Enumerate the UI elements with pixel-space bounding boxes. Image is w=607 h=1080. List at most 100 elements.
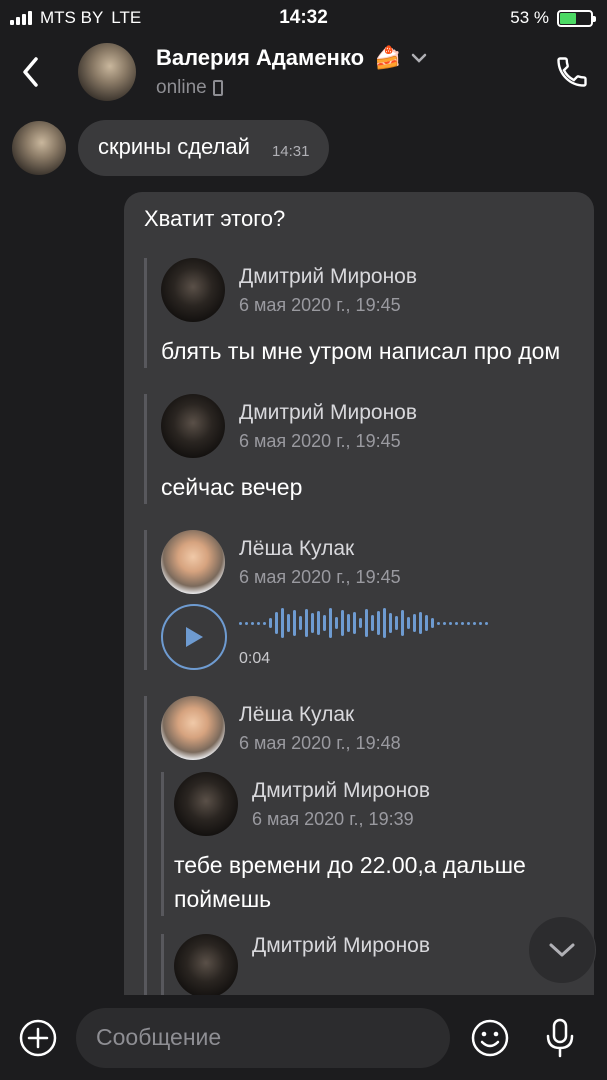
forwarded-message[interactable]: Лёша Кулак 6 мая 2020 г., 19:48 Дмитрий … xyxy=(144,696,576,995)
play-button[interactable] xyxy=(161,604,227,670)
author-name[interactable]: Дмитрий Миронов xyxy=(252,779,430,803)
author-avatar[interactable] xyxy=(161,394,225,458)
back-icon xyxy=(23,57,38,87)
wave-bar xyxy=(341,610,344,636)
wave-bar xyxy=(377,611,380,635)
forward-date: 6 мая 2020 г., 19:45 xyxy=(239,430,401,451)
waveform[interactable] xyxy=(239,606,488,640)
wave-bar xyxy=(479,621,482,625)
wave-bar xyxy=(395,616,398,630)
wave-bar xyxy=(419,612,422,634)
composer xyxy=(0,995,607,1080)
attach-button[interactable] xyxy=(0,995,76,1080)
forward-date: 6 мая 2020 г., 19:45 xyxy=(239,294,401,315)
wave-bar xyxy=(305,609,308,637)
forward-meta: Лёша Кулак 6 мая 2020 г., 19:48 xyxy=(239,703,401,754)
wave-bar xyxy=(401,610,404,636)
sender-avatar[interactable] xyxy=(12,121,66,175)
wave-bar xyxy=(329,608,332,638)
contact-status-row: online xyxy=(156,77,537,99)
author-name[interactable]: Дмитрий Миронов xyxy=(239,265,417,289)
forward-meta: Дмитрий Миронов xyxy=(252,934,430,958)
wave-bar xyxy=(359,618,362,628)
forward-date: 6 мая 2020 г., 19:45 xyxy=(239,566,401,587)
cake-emoji: 🍰 xyxy=(374,45,402,70)
wave-bar xyxy=(473,621,476,625)
forward-header: Дмитрий Миронов 6 мая 2020 г., 19:39 xyxy=(174,772,576,836)
wave-bar xyxy=(263,621,266,625)
wave-bar xyxy=(407,617,410,629)
forward-header: Дмитрий Миронов 6 мая 2020 г., 19:45 xyxy=(161,394,576,458)
emoji-button[interactable] xyxy=(450,995,530,1080)
forward-date: 6 мая 2020 г., 19:48 xyxy=(239,732,401,753)
wave-bar xyxy=(299,616,302,630)
voice-duration: 0:04 xyxy=(239,650,271,667)
wave-bar xyxy=(389,613,392,633)
forward-header: Дмитрий Миронов 6 мая 2020 г., 19:45 xyxy=(161,258,576,322)
forwarded-message[interactable]: Дмитрий Миронов 6 мая 2020 г., 19:45 бля… xyxy=(144,258,576,368)
author-name[interactable]: Дмитрий Миронов xyxy=(239,401,417,425)
outgoing-message[interactable]: Хватит этого? Дмитрий Миронов 6 мая 2020… xyxy=(124,192,594,995)
message-input[interactable] xyxy=(76,1007,450,1068)
author-avatar[interactable] xyxy=(174,934,238,995)
chat-header: Валерия Адаменко 🍰 online xyxy=(0,36,607,108)
mic-icon xyxy=(546,1018,574,1057)
forward-text: тебе времени до 22.00,а дальше поймешь xyxy=(174,852,526,912)
wave-bar xyxy=(449,621,452,625)
contact-avatar[interactable] xyxy=(78,43,136,101)
wave-bar xyxy=(455,621,458,625)
wave-bar xyxy=(461,621,464,625)
phone-icon xyxy=(557,57,587,87)
author-avatar[interactable] xyxy=(161,258,225,322)
status-right: 53 % xyxy=(510,8,596,28)
wave-bar xyxy=(443,621,446,625)
wave-bar xyxy=(275,612,278,634)
forward-header: Дмитрий Миронов xyxy=(174,934,576,995)
nested-forward[interactable]: Дмитрий Миронов 6 мая 2020 г., 19:39 теб… xyxy=(161,772,576,916)
chat-area[interactable]: скрины сделай 14:31 Хватит этого? Дмитри… xyxy=(0,108,607,995)
mobile-icon xyxy=(212,80,223,96)
mic-button[interactable] xyxy=(530,995,590,1080)
wave-bar xyxy=(467,621,470,625)
contact-name-row: Валерия Адаменко 🍰 xyxy=(156,45,537,71)
status-left: MTS BY LTE xyxy=(10,8,141,28)
forwarded-message[interactable]: Дмитрий Миронов 6 мая 2020 г., 19:45 сей… xyxy=(144,394,576,504)
battery-percent: 53 % xyxy=(510,8,549,27)
play-icon xyxy=(186,627,203,647)
contact-info[interactable]: Валерия Адаменко 🍰 online xyxy=(156,45,537,99)
message-bubble[interactable]: скрины сделай 14:31 xyxy=(78,120,330,176)
emoji-icon xyxy=(471,1019,509,1056)
network-label: LTE xyxy=(111,8,142,27)
author-name[interactable]: Лёша Кулак xyxy=(239,703,401,727)
message-time: 14:31 xyxy=(271,143,310,160)
author-name[interactable]: Дмитрий Миронов xyxy=(252,934,430,958)
forward-text: сейчас вечер xyxy=(161,474,303,500)
scroll-down-button[interactable] xyxy=(528,916,596,984)
call-button[interactable] xyxy=(537,36,607,108)
contact-status: online xyxy=(156,77,207,98)
status-bar: MTS BY LTE 14:32 53 % xyxy=(0,0,607,36)
wave-bar xyxy=(383,608,386,638)
plus-icon xyxy=(19,1019,57,1056)
author-avatar[interactable] xyxy=(161,530,225,594)
forward-meta: Лёша Кулак 6 мая 2020 г., 19:45 xyxy=(239,537,401,588)
author-name[interactable]: Лёша Кулак xyxy=(239,537,401,561)
wave-bar xyxy=(251,621,254,625)
chevron-down-icon xyxy=(412,53,427,63)
author-avatar[interactable] xyxy=(174,772,238,836)
wave-bar xyxy=(281,608,284,638)
forward-header: Лёша Кулак 6 мая 2020 г., 19:45 xyxy=(161,530,576,594)
forward-meta: Дмитрий Миронов 6 мая 2020 г., 19:39 xyxy=(252,779,430,830)
wave-bar xyxy=(437,621,440,625)
forwarded-voice-message[interactable]: Лёша Кулак 6 мая 2020 г., 19:45 0:04 xyxy=(144,530,576,670)
author-avatar[interactable] xyxy=(161,696,225,760)
wave-bar xyxy=(371,615,374,631)
back-button[interactable] xyxy=(0,36,60,108)
message-text: скрины сделай xyxy=(98,134,250,159)
wave-bar xyxy=(425,615,428,631)
voice-info: 0:04 xyxy=(239,606,488,668)
contact-name: Валерия Адаменко xyxy=(156,45,365,70)
nested-forward[interactable]: Дмитрий Миронов xyxy=(161,934,576,995)
carrier-label: MTS BY xyxy=(40,8,104,27)
wave-bar xyxy=(347,614,350,632)
